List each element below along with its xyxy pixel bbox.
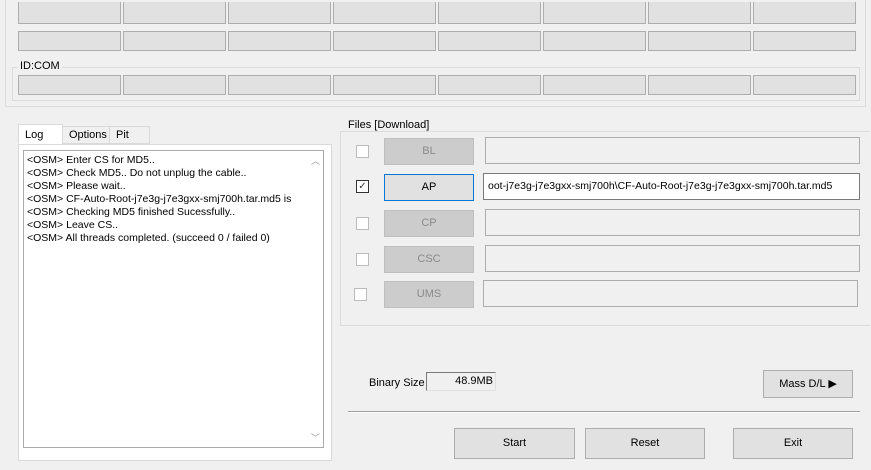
ap-button[interactable]: AP: [384, 174, 474, 201]
com-slot[interactable]: [18, 75, 121, 95]
scroll-up-icon[interactable]: ︿: [311, 154, 320, 167]
csc-path-field[interactable]: [485, 245, 860, 272]
separator: [348, 411, 860, 413]
ap-path-field[interactable]: oot-j7e3g-j7e3gxx-smj700h\CF-Auto-Root-j…: [483, 173, 860, 200]
bl-checkbox[interactable]: [356, 145, 369, 158]
ap-checkbox[interactable]: ✓: [356, 180, 369, 193]
id-com-label: ID:COM: [18, 60, 62, 72]
binary-size-label: Binary Size: [369, 377, 425, 389]
log-line: <OSM> CF-Auto-Root-j7e3g-j7e3gxx-smj700h…: [27, 193, 292, 205]
log-line: <OSM> Leave CS..: [27, 219, 119, 231]
log-line: <OSM> Checking MD5 finished Sucessfully.…: [27, 206, 236, 218]
start-button[interactable]: Start: [454, 428, 575, 459]
tab-options[interactable]: Options: [62, 126, 110, 144]
log-line: <OSM> Enter CS for MD5..: [27, 154, 155, 166]
exit-button[interactable]: Exit: [733, 428, 853, 459]
tab-log[interactable]: Log: [18, 124, 63, 144]
ums-button[interactable]: UMS: [384, 281, 474, 308]
log-line: <OSM> All threads completed. (succeed 0 …: [27, 232, 270, 244]
scroll-down-icon[interactable]: ﹀: [311, 431, 320, 444]
ums-checkbox[interactable]: [354, 288, 367, 301]
com-slot[interactable]: [753, 75, 856, 95]
log-textarea[interactable]: <OSM> Enter CS for MD5.. <OSM> Check MD5…: [23, 150, 324, 448]
log-line: <OSM> Check MD5.. Do not unplug the cabl…: [27, 167, 247, 179]
files-title: Files [Download]: [346, 119, 432, 131]
bl-path-field[interactable]: [485, 137, 860, 164]
csc-button[interactable]: CSC: [384, 246, 474, 273]
com-slot[interactable]: [648, 75, 751, 95]
com-slot[interactable]: [543, 75, 646, 95]
com-slot[interactable]: [333, 75, 436, 95]
binary-size-value: 48.9MB: [426, 372, 496, 391]
log-line: <OSM> Please wait..: [27, 180, 126, 192]
csc-checkbox[interactable]: [356, 253, 369, 266]
mass-dl-button[interactable]: Mass D/L ▶: [763, 370, 853, 398]
cp-button[interactable]: CP: [384, 210, 474, 237]
bl-button[interactable]: BL: [384, 138, 474, 165]
reset-button[interactable]: Reset: [585, 428, 705, 459]
com-slot[interactable]: [438, 75, 541, 95]
cp-path-field[interactable]: [485, 209, 860, 236]
com-slot[interactable]: [228, 75, 331, 95]
com-slot[interactable]: [123, 75, 226, 95]
ums-path-field[interactable]: [483, 280, 858, 307]
tab-pit[interactable]: Pit: [109, 126, 150, 144]
cp-checkbox[interactable]: [356, 217, 369, 230]
